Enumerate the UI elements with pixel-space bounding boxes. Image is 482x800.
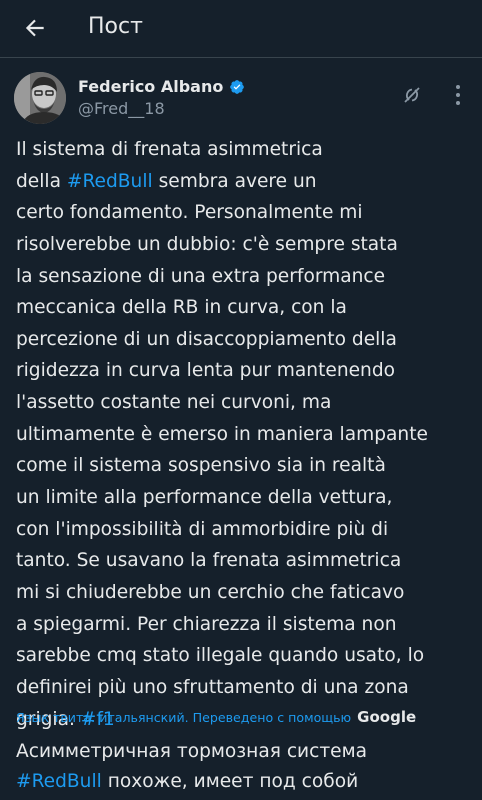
text-segment: Асимметричная тормозная система — [16, 741, 368, 762]
tweet-line: risolverebbe un dubbio: c'è sempre stata — [16, 229, 476, 261]
text-segment: definirei più uno sfruttamento di una zo… — [16, 676, 409, 698]
text-segment: risolverebbe un dubbio: c'è sempre stata — [16, 233, 398, 255]
tweet-text: Il sistema di frenata asimmetrica della #… — [16, 134, 476, 735]
back-button[interactable] — [20, 13, 50, 43]
translation-notice[interactable]: Язык твита: итальянский. Переведено с по… — [16, 707, 476, 727]
verified-badge-icon — [230, 80, 244, 94]
text-segment: rigidezza in curva lenta pur mantenendo — [16, 360, 396, 382]
hashtag-link[interactable]: #RedBull — [16, 771, 102, 792]
google-logo: Google — [357, 708, 417, 726]
tweet-line: a spiegarmi. Per chiarezza il sistema no… — [16, 609, 476, 641]
tweet-line: rigidezza in curva lenta pur mantenendo — [16, 355, 476, 387]
tweet-line: tanto. Se usavano la frenata asimmetrica — [16, 545, 476, 577]
tweet-line: percezione di un disaccoppiamento della — [16, 324, 476, 356]
translated-text: Асимметричная тормозная система #RedBull … — [16, 737, 476, 797]
text-segment: sarebbe cmq stato illegale quando usato,… — [16, 645, 425, 667]
text-segment: certo fondamento. Personalmente mi — [16, 202, 363, 224]
text-segment: un limite alla performance della vettura… — [16, 487, 393, 509]
tweet-line: l'assetto costante nei curvoni, ma — [16, 387, 476, 419]
text-segment: percezione di un disaccoppiamento della — [16, 328, 397, 350]
tweet-line: Il sistema di frenata asimmetrica — [16, 134, 476, 166]
text-segment: ultimamente è emerso in maniera lampante — [16, 423, 428, 445]
tweet-line: mi si chiuderebbe un cerchio che faticav… — [16, 577, 476, 609]
tweet-line: sarebbe cmq stato illegale quando usato,… — [16, 640, 476, 672]
arrow-left-icon — [25, 19, 44, 37]
tweet-line: come il sistema sospensivo sia in realtà — [16, 450, 476, 482]
tweet-line: la sensazione di una extra performance — [16, 261, 476, 293]
hashtag-link[interactable]: #RedBull — [67, 171, 153, 192]
avatar-image — [14, 72, 66, 124]
top-bar: Пост — [0, 0, 482, 56]
grok-icon[interactable] — [402, 85, 422, 105]
text-segment: tanto. Se usavano la frenata asimmetrica — [16, 550, 402, 572]
translation-line: #RedBull похоже, имеет под собой — [16, 767, 476, 797]
text-segment: Il sistema di frenata asimmetrica — [16, 139, 323, 160]
more-vertical-icon — [456, 85, 460, 89]
text-segment: della — [16, 170, 67, 192]
text-segment: meccanica della RB in curva, con la — [16, 297, 347, 319]
author-handle[interactable]: @Fred__18 — [78, 98, 165, 120]
page-title: Пост — [88, 14, 143, 39]
tweet-line: della #RedBull sembra avere un — [16, 166, 476, 198]
text-segment: come il sistema sospensivo sia in realtà — [16, 455, 386, 477]
tweet-line: un limite alla performance della vettura… — [16, 482, 476, 514]
translation-line: Асимметричная тормозная система — [16, 737, 476, 767]
tweet-line: meccanica della RB in curva, con la — [16, 292, 476, 324]
text-segment: l'assetto costante nei curvoni, ma — [16, 392, 332, 414]
text-segment: похоже, имеет под собой — [101, 771, 359, 792]
tweet-line: con l'impossibilità di ammorbidire più d… — [16, 514, 476, 546]
avatar[interactable] — [14, 72, 66, 124]
tweet-line: definirei più uno sfruttamento di una zo… — [16, 672, 476, 704]
text-segment: con l'impossibilità di ammorbidire più d… — [16, 518, 389, 540]
translation-notice-text: Язык твита: итальянский. Переведено с по… — [16, 710, 352, 725]
tweet-line: ultimamente è emerso in maniera lampante — [16, 419, 476, 451]
tweet-line: certo fondamento. Personalmente mi — [16, 197, 476, 229]
text-segment: sembra avere un — [152, 170, 317, 192]
text-segment: la sensazione di una extra performance — [16, 265, 386, 287]
more-options-button[interactable] — [448, 85, 468, 105]
author-name[interactable]: Federico Albano — [78, 76, 223, 98]
text-segment: a spiegarmi. Per chiarezza il sistema no… — [16, 613, 397, 635]
header-divider — [0, 57, 482, 58]
text-segment: mi si chiuderebbe un cerchio che faticav… — [16, 581, 405, 603]
